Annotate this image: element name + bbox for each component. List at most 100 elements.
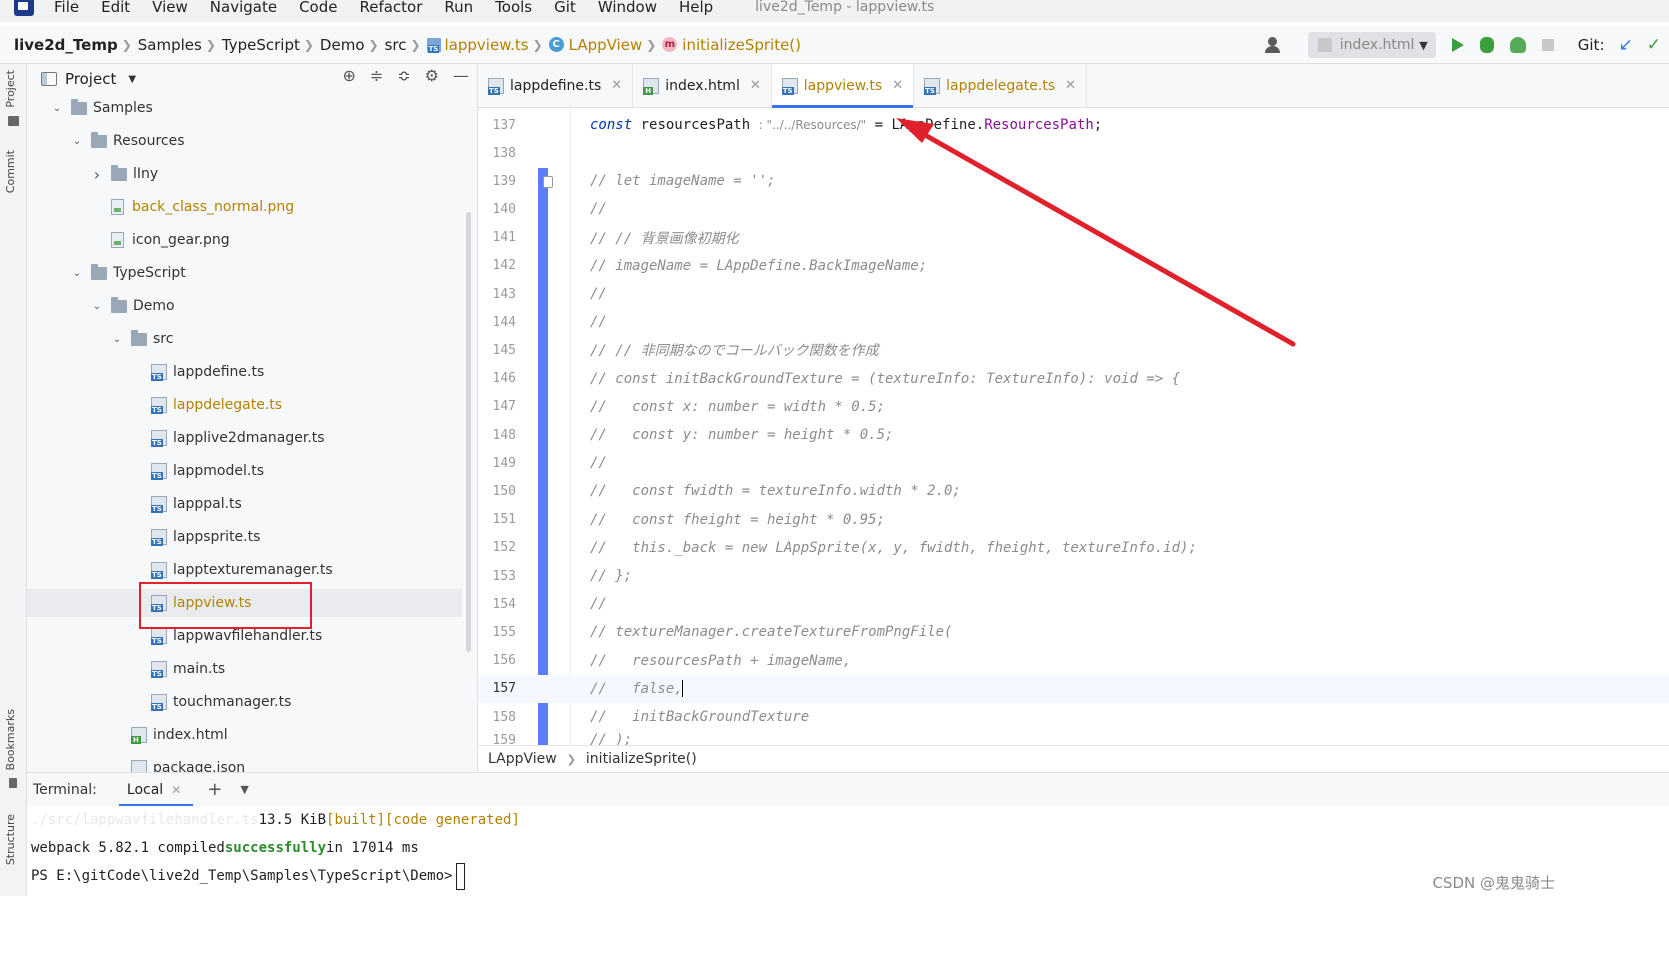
code-line: 143 // <box>478 280 1669 308</box>
tree-item[interactable]: lappsprite.ts <box>27 523 260 551</box>
tree-item[interactable]: package.json <box>27 754 245 772</box>
menu-edit[interactable]: Edit <box>101 0 130 16</box>
tab-lappview[interactable]: lappview.ts ✕ <box>771 64 915 108</box>
terminal-output[interactable]: ./src/lappwavfilehandler.ts 13.5 KiB [bu… <box>27 806 1669 896</box>
bookmarks-tool-tab[interactable]: Bookmarks <box>4 709 17 770</box>
nav-crumb-demo[interactable]: Demo ❯ <box>320 36 385 54</box>
line-number: 149 <box>492 455 516 471</box>
tree-item[interactable]: index.html <box>27 721 228 749</box>
nav-crumb-file[interactable]: lappview.ts❯ <box>426 36 549 54</box>
chevron-right-icon: ❯ <box>566 752 576 766</box>
menu-file[interactable]: File <box>54 0 79 16</box>
menu-git[interactable]: Git <box>554 0 576 16</box>
line-number: 158 <box>492 709 516 725</box>
menu-navigate[interactable]: Navigate <box>210 0 277 16</box>
nav-crumb-src[interactable]: src ❯ <box>385 36 427 54</box>
tab-lappdefine[interactable]: lappdefine.ts ✕ <box>478 64 634 107</box>
hide-panel-icon[interactable]: — <box>453 66 469 85</box>
chevron-down-icon[interactable]: ⌄ <box>71 136 83 147</box>
menu-refactor[interactable]: Refactor <box>359 0 422 16</box>
tree-item[interactable]: lappview.ts <box>27 589 462 617</box>
tree-item-label: lIny <box>133 166 159 182</box>
tree-item[interactable]: ⌄ Demo <box>27 292 175 320</box>
stop-icon[interactable] <box>1541 39 1554 51</box>
coverage-icon[interactable] <box>1509 37 1526 53</box>
nav-crumb-method[interactable]: m initializeSprite() <box>662 36 801 54</box>
chevron-right-icon[interactable]: › <box>91 165 103 184</box>
webstorm-logo-icon[interactable] <box>14 0 34 16</box>
terminal-tab-local[interactable]: Local ✕ <box>115 773 194 807</box>
new-terminal-icon[interactable]: + <box>207 779 222 800</box>
code-editor[interactable]: 137 const resourcesPath : "../../Resourc… <box>478 108 1669 745</box>
tree-item-label: Resources <box>113 133 185 149</box>
status-area <box>0 896 1669 957</box>
menu-help[interactable]: Help <box>679 0 713 16</box>
chevron-down-icon[interactable]: ⌄ <box>111 334 123 345</box>
terminal-prompt[interactable]: PS E:\gitCode\live2d_Temp\Samples\TypeSc… <box>31 862 466 890</box>
chevron-down-icon[interactable]: ▼ <box>128 74 136 85</box>
tree-item-label: lappdefine.ts <box>173 364 265 380</box>
tree-item[interactable]: lappwavfilehandler.ts <box>27 622 322 650</box>
chevron-down-icon[interactable]: ▼ <box>240 783 248 796</box>
project-tool-tab[interactable]: Project <box>4 70 17 108</box>
run-configuration-select[interactable]: index.html ▼ <box>1307 32 1436 58</box>
tree-item[interactable]: lapppal.ts <box>27 490 242 518</box>
user-icon[interactable] <box>1264 35 1294 55</box>
gear-icon[interactable]: ⚙ <box>425 66 439 85</box>
folder-icon <box>91 131 107 148</box>
tree-item[interactable]: lappdelegate.ts <box>27 391 282 419</box>
tree-item[interactable]: icon_gear.png <box>27 226 230 254</box>
tree-item[interactable]: ⌄ TypeScript <box>27 259 186 287</box>
menu-run[interactable]: Run <box>444 0 473 16</box>
nav-crumb-samples[interactable]: Samples ❯ <box>138 36 222 54</box>
tree-item[interactable]: › lIny <box>27 160 158 188</box>
run-icon[interactable] <box>1451 38 1464 52</box>
git-commit-icon[interactable]: ✓ <box>1647 35 1661 55</box>
nav-crumb-class[interactable]: C LAppView ❯ <box>548 36 663 54</box>
menu-tools[interactable]: Tools <box>495 0 532 16</box>
collapse-all-icon[interactable]: ≎ <box>397 66 410 85</box>
nav-crumb-project[interactable]: live2d_Temp ❯ <box>14 36 138 54</box>
close-icon[interactable]: ✕ <box>611 78 622 93</box>
close-icon[interactable]: ✕ <box>171 783 181 797</box>
code-line: 138 <box>478 139 1669 167</box>
tree-item[interactable]: touchmanager.ts <box>27 688 291 716</box>
line-number: 152 <box>492 540 516 556</box>
menu-code[interactable]: Code <box>299 0 337 16</box>
tree-item[interactable]: ⌄ src <box>27 325 173 353</box>
code-text: // const fheight = height * 0.95; <box>590 511 886 528</box>
close-icon[interactable]: ✕ <box>750 78 761 93</box>
tab-lappdelegate[interactable]: lappdelegate.ts ✕ <box>914 64 1088 107</box>
editor-crumb-method[interactable]: initializeSprite() <box>586 751 697 767</box>
debug-icon[interactable] <box>1479 37 1494 53</box>
nav-crumb-typescript[interactable]: TypeScript ❯ <box>222 36 320 54</box>
editor-crumb-class[interactable]: LAppView <box>488 751 557 767</box>
project-panel-title[interactable]: Project <box>65 70 116 88</box>
git-update-icon[interactable]: ↙ <box>1619 35 1633 55</box>
expand-all-icon[interactable]: ≑ <box>370 66 383 85</box>
tree-item[interactable]: ⌄ Resources <box>27 127 185 155</box>
json-file-icon <box>131 760 147 772</box>
chevron-down-icon[interactable]: ⌄ <box>91 301 103 312</box>
close-icon[interactable]: ✕ <box>892 78 903 93</box>
tree-item[interactable]: main.ts <box>27 655 225 683</box>
menu-bar: File Edit View Navigate Code Refactor Ru… <box>0 0 1669 22</box>
tree-item[interactable]: lapptexturemanager.ts <box>27 556 333 584</box>
folder-icon <box>111 296 127 313</box>
menu-window[interactable]: Window <box>598 0 657 16</box>
chevron-down-icon[interactable]: ⌄ <box>71 268 83 279</box>
code-text: // }; <box>590 568 633 584</box>
commit-tool-tab[interactable]: Commit <box>4 150 17 193</box>
project-scrollbar[interactable] <box>466 212 471 652</box>
menu-view[interactable]: View <box>152 0 188 16</box>
tree-item[interactable]: back_class_normal.png <box>27 193 294 221</box>
close-icon[interactable]: ✕ <box>1065 78 1076 93</box>
locate-file-icon[interactable]: ⊕ <box>342 66 355 85</box>
chevron-down-icon[interactable]: ⌄ <box>51 103 63 114</box>
structure-tool-tab[interactable]: Structure <box>4 814 17 865</box>
tree-item[interactable]: lappmodel.ts <box>27 457 264 485</box>
tree-item[interactable]: lappdefine.ts <box>27 358 264 386</box>
tab-index-html[interactable]: index.html ✕ <box>633 64 772 107</box>
tree-item[interactable]: lapplive2dmanager.ts <box>27 424 325 452</box>
tree-item[interactable]: ⌄ Samples <box>27 94 153 122</box>
